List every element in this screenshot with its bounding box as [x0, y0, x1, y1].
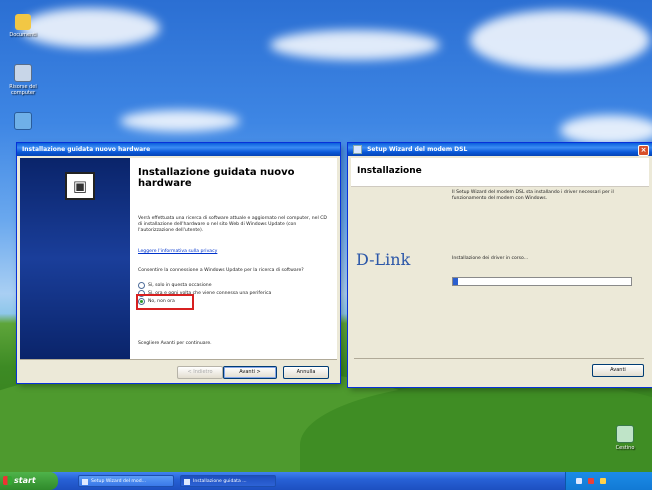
app-icon: [184, 479, 190, 485]
cloud: [470, 10, 650, 70]
computer-icon: [14, 64, 32, 82]
desktop-icon-network[interactable]: [8, 112, 38, 132]
desktop-icon-recycle-bin[interactable]: Cestino: [610, 425, 640, 451]
wizard-question: Consentire la connessione a Windows Upda…: [138, 268, 304, 273]
security-tray-icon[interactable]: [588, 478, 594, 484]
setup-status-text: Installazione dei driver in corso...: [452, 256, 529, 261]
desktop-icon-label: Cestino: [615, 445, 635, 451]
setup-header: Installazione: [351, 158, 649, 187]
folder-icon: [15, 14, 31, 30]
wizard-title: Installazione guidata nuovo hardware: [22, 146, 151, 153]
desktop-icon-label: Documenti: [9, 32, 37, 38]
radio-button[interactable]: [138, 282, 145, 289]
wizard-intro-text: Verrà effettuata una ricerca di software…: [138, 216, 327, 233]
desktop-icon-label: Risorse del computer: [9, 84, 37, 96]
privacy-link[interactable]: Leggere l'informativa sulla privacy: [138, 249, 217, 254]
setup-heading: Installazione: [357, 166, 422, 176]
divider: [354, 358, 644, 359]
taskbar-button-label: Setup Wizard del mod...: [91, 479, 147, 484]
cancel-button[interactable]: Annulla: [283, 366, 329, 379]
setup-wizard-window: Setup Wizard del modem DSL × Installazio…: [348, 143, 652, 387]
wizard-content: Installazione guidata nuovo hardware Ver…: [130, 158, 337, 359]
cloud: [20, 8, 160, 48]
radio-option-yes-once[interactable]: Sì, solo in questa occasione: [138, 282, 212, 289]
taskbar-button-label: Installazione guidata ...: [193, 479, 247, 484]
cloud: [560, 115, 652, 145]
start-label: start: [14, 476, 36, 485]
desktop-icon-computer[interactable]: Risorse del computer: [8, 64, 38, 96]
recycle-bin-icon: [616, 425, 634, 443]
volume-tray-icon[interactable]: [600, 478, 606, 484]
taskbar: start Setup Wizard del mod... Installazi…: [0, 472, 652, 490]
windows-logo-icon: [3, 476, 12, 485]
progress-fill: [453, 278, 459, 285]
wizard-heading: Installazione guidata nuovo hardware: [138, 167, 295, 189]
next-button[interactable]: Avanti >: [223, 366, 277, 379]
cloud: [270, 30, 440, 60]
app-icon: [82, 479, 88, 485]
wizard-titlebar[interactable]: Installazione guidata nuovo hardware: [17, 143, 340, 156]
system-tray: [565, 472, 652, 490]
taskbar-button-setup-wizard[interactable]: Setup Wizard del mod...: [78, 475, 174, 487]
divider: [20, 359, 337, 360]
taskbar-button-hardware-wizard[interactable]: Installazione guidata ...: [180, 475, 276, 487]
install-progress-bar: [452, 277, 632, 286]
hardware-icon: ▣: [65, 172, 95, 200]
setup-description: Il Setup Wizard del modem DSL sta instal…: [452, 190, 614, 201]
cloud: [120, 110, 240, 132]
setup-next-button[interactable]: Avanti: [592, 364, 644, 377]
network-tray-icon[interactable]: [576, 478, 582, 484]
network-icon: [14, 112, 32, 130]
setup-title: Setup Wizard del modem DSL: [367, 146, 468, 153]
desktop-icon-documents[interactable]: Documenti: [8, 14, 38, 38]
back-button[interactable]: < Indietro: [177, 366, 223, 379]
new-hardware-wizard-window: Installazione guidata nuovo hardware ▣ I…: [17, 143, 340, 383]
wizard-side-panel: ▣: [20, 158, 130, 359]
dlink-logo: D-Link: [356, 250, 411, 269]
setup-titlebar[interactable]: Setup Wizard del modem DSL ×: [348, 143, 652, 156]
start-button[interactable]: start: [0, 472, 58, 490]
wizard-footer-text: Scegliere Avanti per continuare.: [138, 341, 212, 346]
radio-label: Sì, solo in questa occasione: [148, 283, 212, 288]
setup-app-icon: [353, 145, 362, 154]
annotation-highlight-box: [136, 294, 194, 310]
close-icon[interactable]: ×: [638, 145, 649, 156]
